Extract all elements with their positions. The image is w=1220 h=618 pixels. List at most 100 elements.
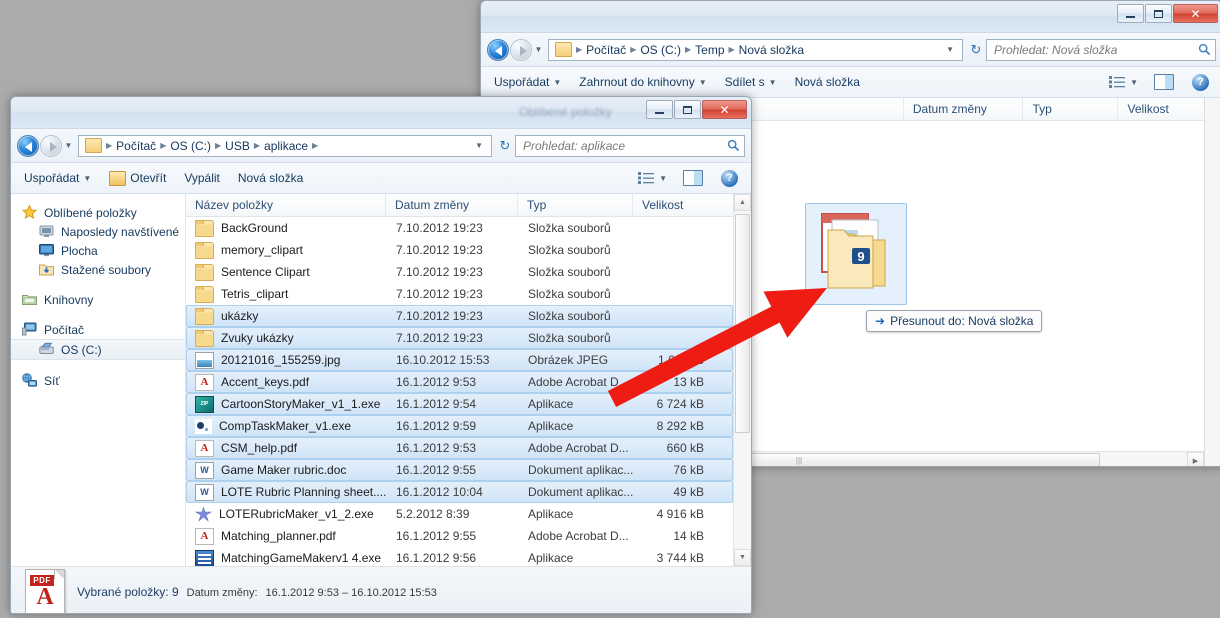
table-row[interactable]: Sentence Clipart7.10.2012 19:23Složka so… — [186, 261, 733, 283]
minimize-button[interactable] — [646, 100, 673, 119]
front-breadcrumb[interactable]: ▶ Počítač ▶ OS (C:) ▶ USB ▶ aplikace ▶ ▼ — [78, 135, 492, 157]
close-button[interactable]: ✕ — [1173, 4, 1218, 23]
cell-name[interactable]: ukázky — [187, 308, 387, 325]
chevron-down-icon[interactable]: ▼ — [1130, 78, 1138, 87]
table-row[interactable]: CompTaskMaker_v1.exe16.1.2012 9:59Aplika… — [186, 415, 733, 437]
table-row[interactable]: ukázky7.10.2012 19:23Složka souborů — [186, 305, 733, 327]
table-row[interactable]: Game Maker rubric.doc16.1.2012 9:55Dokum… — [186, 459, 733, 481]
cell-name[interactable]: CompTaskMaker_v1.exe — [187, 419, 387, 434]
change-view-button[interactable]: ▼ — [631, 172, 674, 184]
column-header-name[interactable]: Název položky — [186, 194, 386, 216]
recent-locations-chevron-down-icon[interactable]: ▼ — [532, 45, 545, 54]
table-row[interactable]: memory_clipart7.10.2012 19:23Složka soub… — [186, 239, 733, 261]
cell-name[interactable]: Sentence Clipart — [187, 264, 387, 281]
new-folder-button[interactable]: Nová složka — [229, 166, 312, 190]
cell-name[interactable]: CSM_help.pdf — [187, 440, 387, 457]
show-preview-pane-button[interactable] — [674, 166, 712, 190]
change-view-button[interactable]: ▼ — [1102, 76, 1145, 88]
back-search-input[interactable]: Prohledat: Nová složka — [987, 43, 1193, 57]
breadcrumb-item[interactable]: Počítač — [583, 43, 629, 57]
maximize-button[interactable] — [1145, 4, 1172, 23]
front-window-titlebar[interactable]: Oblíbené položky ✕ — [11, 97, 751, 129]
table-row[interactable]: Matching_planner.pdf16.1.2012 9:55Adobe … — [186, 525, 733, 547]
front-search-input[interactable]: Prohledat: aplikace — [516, 139, 722, 153]
hscroll-right-button[interactable]: ▶ — [1187, 452, 1204, 467]
cell-name[interactable]: Zvuky ukázky — [187, 330, 387, 347]
burn-button[interactable]: Vypálit — [175, 166, 229, 190]
back-navigation-icon[interactable] — [487, 39, 509, 61]
vscroll-track[interactable]: ≡ — [734, 211, 751, 549]
table-row[interactable]: LOTE Rubric Planning sheet....16.1.2012 … — [186, 481, 733, 503]
cell-name[interactable]: Accent_keys.pdf — [187, 374, 387, 391]
front-column-headers[interactable]: Název položky Datum změny Typ Velikost — [186, 194, 733, 217]
navigation-pane[interactable]: Oblíbené položkyNaposledy navštívenéPloc… — [11, 194, 186, 566]
column-header-size[interactable]: Velikost — [1118, 98, 1204, 120]
sidebar-item-po-ta[interactable]: Počítač — [11, 320, 185, 339]
back-navigation-icon[interactable] — [17, 135, 39, 157]
chevron-down-icon[interactable]: ▼ — [659, 174, 667, 183]
open-button[interactable]: Otevřít — [100, 166, 175, 190]
vscroll-up-button[interactable]: ▲ — [734, 194, 751, 211]
back-toolbar[interactable]: Uspořádat ▼ Zahrnout do knihovny ▼ Sdíle… — [481, 67, 1220, 98]
front-search-box[interactable]: Prohledat: aplikace — [515, 135, 745, 157]
column-header-type[interactable]: Typ — [518, 194, 633, 216]
front-rows-area[interactable]: BackGround7.10.2012 19:23Složka souborům… — [186, 217, 733, 566]
back-search-box[interactable]: Prohledat: Nová složka — [986, 39, 1216, 61]
back-vertical-scrollbar[interactable] — [1204, 98, 1220, 467]
front-toolbar[interactable]: Uspořádat ▼ Otevřít Vypálit Nová složka … — [11, 163, 751, 194]
cell-name[interactable]: CartoonStoryMaker_v1_1.exe — [187, 396, 387, 413]
vscroll-thumb[interactable]: ≡ — [735, 214, 750, 433]
sidebar-item-s[interactable]: Síť — [11, 371, 185, 390]
organize-button[interactable]: Uspořádat ▼ — [15, 166, 100, 190]
cell-name[interactable]: 20121016_155259.jpg — [187, 352, 387, 369]
breadcrumb-item[interactable]: OS (C:) — [167, 139, 214, 153]
back-address-bar[interactable]: ▼ ▶ Počítač ▶ OS (C:) ▶ Temp ▶ Nová slož… — [481, 33, 1220, 67]
refresh-icon[interactable]: ↻ — [495, 138, 515, 154]
breadcrumb-item[interactable]: Nová složka — [736, 43, 807, 57]
explorer-window-aplikace[interactable]: Oblíbené položky ✕ ▼ ▶ Počítač ▶ OS (C:)… — [10, 96, 752, 614]
column-header-size[interactable]: Velikost — [633, 194, 713, 216]
table-row[interactable]: MatchingGameMakerv1 4.exe16.1.2012 9:56A… — [186, 547, 733, 566]
table-row[interactable]: 20121016_155259.jpg16.10.2012 15:53Obráz… — [186, 349, 733, 371]
sidebar-item-os-c[interactable]: OS (C:) — [11, 339, 185, 360]
column-header-date[interactable]: Datum změny — [386, 194, 518, 216]
minimize-button[interactable] — [1117, 4, 1144, 23]
breadcrumb-item[interactable]: OS (C:) — [637, 43, 684, 57]
cell-name[interactable]: Tetris_clipart — [187, 286, 387, 303]
breadcrumb-item[interactable]: USB — [222, 139, 253, 153]
organize-button[interactable]: Uspořádat ▼ — [485, 70, 570, 94]
help-button[interactable]: ? — [712, 166, 747, 190]
back-breadcrumb[interactable]: ▶ Počítač ▶ OS (C:) ▶ Temp ▶ Nová složka… — [548, 39, 963, 61]
table-row[interactable]: BackGround7.10.2012 19:23Složka souborů — [186, 217, 733, 239]
new-folder-button[interactable]: Nová složka — [786, 70, 869, 94]
breadcrumb-item[interactable]: Počítač — [113, 139, 159, 153]
table-row[interactable]: Zvuky ukázky7.10.2012 19:23Složka soubor… — [186, 327, 733, 349]
table-row[interactable]: Accent_keys.pdf16.1.2012 9:53Adobe Acrob… — [186, 371, 733, 393]
forward-navigation-icon[interactable] — [510, 39, 532, 61]
sidebar-item-knihovny[interactable]: Knihovny — [11, 290, 185, 309]
maximize-button[interactable] — [674, 100, 701, 119]
include-in-library-button[interactable]: Zahrnout do knihovny ▼ — [570, 70, 715, 94]
table-row[interactable]: CartoonStoryMaker_v1_1.exe16.1.2012 9:54… — [186, 393, 733, 415]
breadcrumb-item[interactable]: Temp — [692, 43, 727, 57]
table-row[interactable]: LOTERubricMaker_v1_2.exe5.2.2012 8:39Apl… — [186, 503, 733, 525]
address-chevron-down-icon[interactable]: ▼ — [471, 141, 489, 150]
forward-navigation-icon[interactable] — [40, 135, 62, 157]
cell-name[interactable]: LOTE Rubric Planning sheet.... — [187, 484, 387, 501]
front-vertical-scrollbar[interactable]: ▲ ≡ ▼ — [733, 194, 751, 566]
front-address-bar[interactable]: ▼ ▶ Počítač ▶ OS (C:) ▶ USB ▶ aplikace ▶… — [11, 129, 751, 163]
help-button[interactable]: ? — [1183, 70, 1218, 94]
recent-locations-chevron-down-icon[interactable]: ▼ — [62, 141, 75, 150]
sidebar-item-sta-en-soubory[interactable]: Stažené soubory — [11, 260, 185, 279]
address-chevron-down-icon[interactable]: ▼ — [942, 45, 960, 54]
show-preview-pane-button[interactable] — [1145, 70, 1183, 94]
share-with-button[interactable]: Sdílet s ▼ — [716, 70, 786, 94]
sidebar-item-naposledy-nav-t-ven[interactable]: Naposledy navštívené — [11, 222, 185, 241]
column-header-type[interactable]: Typ — [1023, 98, 1118, 120]
table-row[interactable]: CSM_help.pdf16.1.2012 9:53Adobe Acrobat … — [186, 437, 733, 459]
sidebar-item-obl-ben-polo-ky[interactable]: Oblíbené položky — [11, 203, 185, 222]
vscroll-down-button[interactable]: ▼ — [734, 549, 751, 566]
back-window-titlebar[interactable]: ✕ — [481, 1, 1220, 33]
cell-name[interactable]: memory_clipart — [187, 242, 387, 259]
front-file-list[interactable]: Název položky Datum změny Typ Velikost B… — [186, 194, 733, 566]
